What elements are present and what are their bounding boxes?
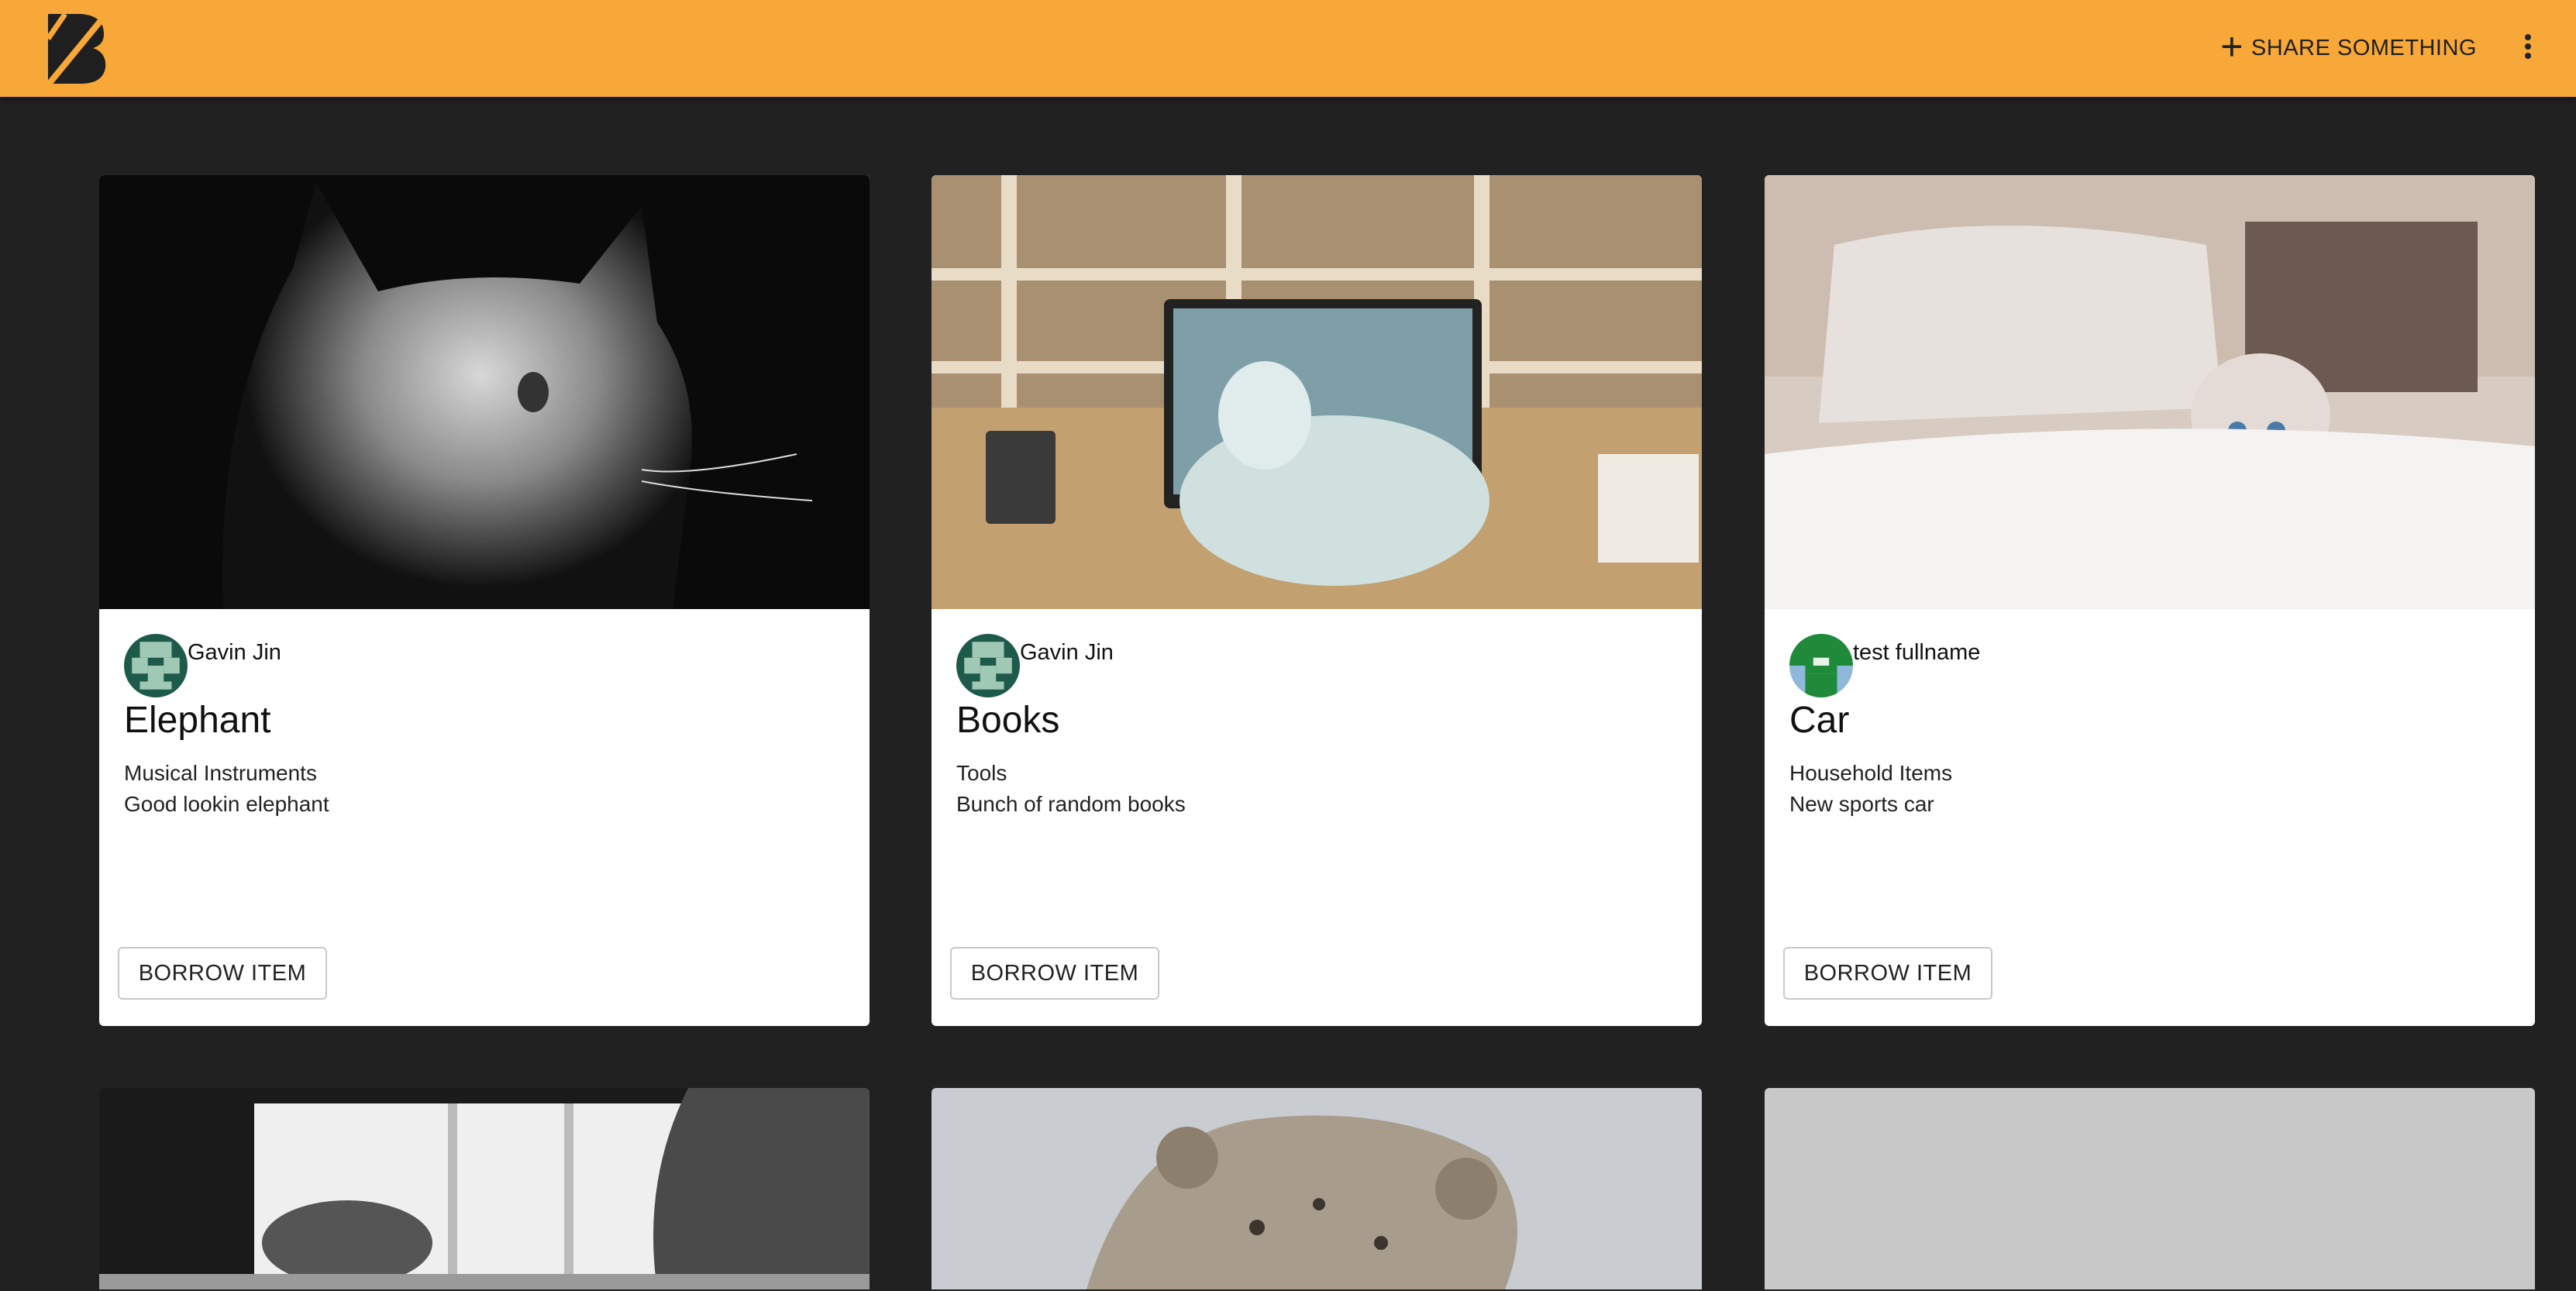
item-image [1765,175,2535,609]
plus-icon: + [2220,25,2244,68]
item-description: Good lookin elephant [124,792,329,816]
item-image [99,175,870,609]
share-something-label: SHARE SOMETHING [2251,35,2477,60]
avatar[interactable] [956,634,1020,697]
owner-name: test fullname [1853,640,1981,665]
item-card [932,1088,1702,1289]
item-card: test fullname Car Household Items New sp… [1765,175,2535,1026]
item-title: Elephant [124,700,271,741]
item-title: Books [956,700,1060,741]
item-title: Car [1789,700,1850,741]
avatar[interactable] [1789,634,1853,697]
boomtown-logo-icon[interactable] [42,7,113,89]
item-card [1765,1088,2535,1289]
item-card: Gavin Jin Elephant Musical Instruments G… [99,175,870,1026]
app-bar: + SHARE SOMETHING [0,0,2576,97]
borrow-item-button[interactable]: BORROW ITEM [118,947,327,1000]
avatar[interactable] [124,634,188,697]
item-image [932,1088,1702,1289]
item-category: Musical Instruments [124,761,317,785]
item-owner: Gavin Jin [124,634,281,697]
item-owner: Gavin Jin [956,634,1114,697]
item-category: Household Items [1789,761,1953,785]
item-description: New sports car [1789,792,1934,816]
item-card [99,1088,870,1289]
item-card: Gavin Jin Books Tools Bunch of random bo… [932,175,1702,1026]
item-image-placeholder [1765,1088,2535,1289]
item-image [99,1088,870,1289]
share-something-button[interactable]: + SHARE SOMETHING [2220,26,2477,70]
item-category: Tools [956,761,1007,785]
more-vert-icon[interactable] [2512,31,2543,65]
borrow-item-button[interactable]: BORROW ITEM [950,947,1159,1000]
item-owner: test fullname [1789,634,1980,697]
item-image [932,175,1702,609]
borrow-item-button[interactable]: BORROW ITEM [1783,947,1992,1000]
owner-name: Gavin Jin [188,640,281,665]
item-description: Bunch of random books [956,792,1186,816]
owner-name: Gavin Jin [1020,640,1114,665]
